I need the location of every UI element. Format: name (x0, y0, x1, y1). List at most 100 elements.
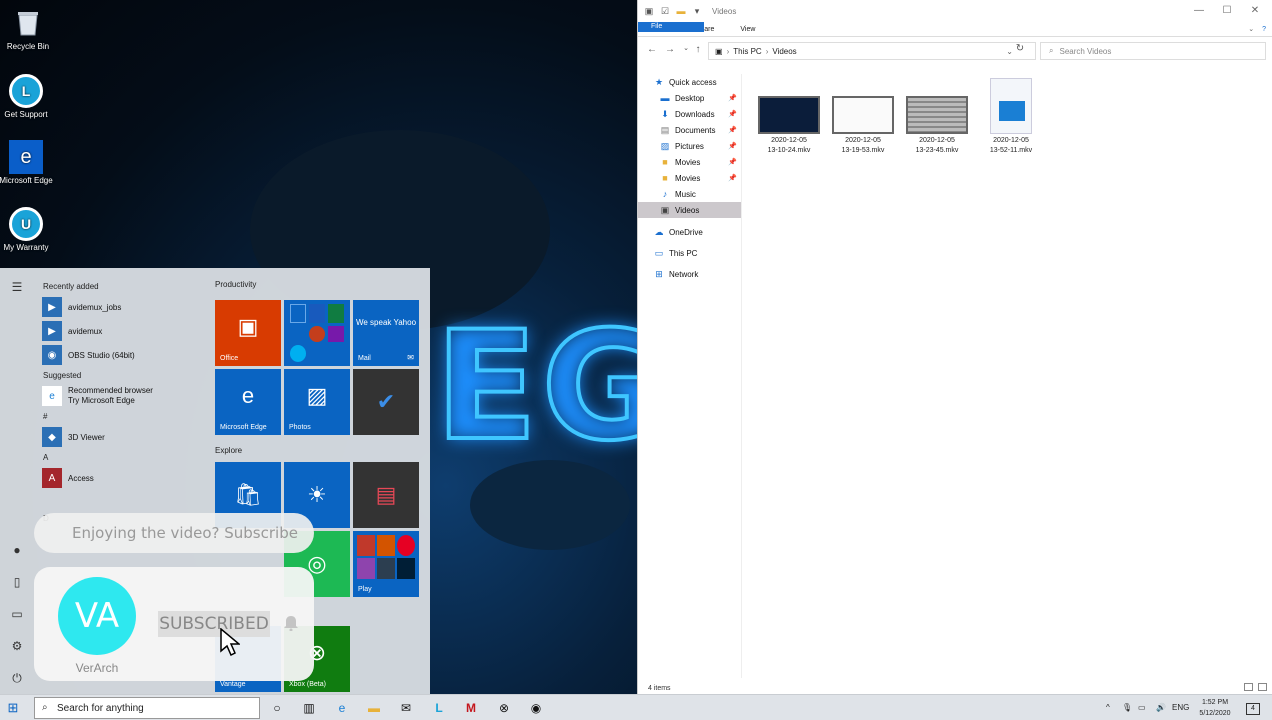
nav-quick-access[interactable]: ★ Quick access (638, 74, 741, 90)
user-icon[interactable]: ● (8, 541, 26, 559)
game-icon (377, 558, 395, 579)
volume-icon[interactable]: 🔊 (1156, 698, 1166, 718)
customize-qat-icon[interactable]: ▾ (692, 6, 702, 16)
mcafee-icon[interactable]: M (460, 698, 482, 718)
nav-pictures[interactable]: ▨ Pictures 📌 (638, 138, 741, 154)
new-folder-icon[interactable]: ▬ (676, 6, 686, 16)
taskbar-search[interactable]: ⌕ Search for anything (34, 697, 260, 719)
desktop-icon-recycle-bin[interactable]: Recycle Bin (0, 6, 56, 52)
pin-icon: 📌 (728, 127, 737, 134)
up-button[interactable]: ↑ (692, 44, 704, 58)
power-icon[interactable]: ⏻ (8, 669, 26, 687)
tile-mail[interactable]: We speak Yahoo Mail ✉ (353, 300, 419, 366)
details-view-icon[interactable] (1244, 683, 1253, 691)
channel-avatar[interactable]: VA (58, 577, 136, 655)
desktop-icon-label: Microsoft Edge (0, 176, 53, 185)
network-tray-icon[interactable]: ▭ (1138, 698, 1146, 718)
obs-icon[interactable]: ◉ (525, 698, 547, 718)
subscribed-button[interactable]: SUBSCRIBED (158, 611, 270, 637)
nav-movies[interactable]: ■ Movies 📌 (638, 170, 741, 186)
address-bar[interactable]: ▣ › This PC › Videos ⌄ (708, 42, 1036, 60)
windows-start-icon[interactable]: ⊞ (2, 699, 24, 717)
nav-network[interactable]: ⊞ Network (638, 266, 741, 282)
nav-videos[interactable]: ▣ Videos (638, 202, 741, 218)
desktop-icon-my-warranty[interactable]: U My Warranty (0, 207, 54, 253)
tile-photos[interactable]: ▨ Photos (284, 369, 350, 435)
nav-desktop[interactable]: ▬ Desktop 📌 (638, 90, 741, 106)
skype-icon (290, 345, 306, 362)
tile-news[interactable]: ▤ (353, 462, 419, 528)
action-center-icon[interactable]: 4 (1246, 698, 1260, 718)
access-icon: A (42, 468, 62, 488)
search-box[interactable]: ⌕ Search Videos (1040, 42, 1266, 60)
file-item[interactable]: 2020-12-05 13-23-45.mkv (904, 78, 970, 156)
tile-play[interactable]: Play (353, 531, 419, 597)
video-thumbnail (906, 96, 968, 134)
task-view-icon[interactable]: ▥ (298, 698, 320, 718)
nav-documents[interactable]: ▤ Documents 📌 (638, 122, 741, 138)
desktop-icon-get-support[interactable]: L Get Support (0, 74, 54, 120)
desktop-icon-edge[interactable]: e Microsoft Edge (0, 140, 54, 186)
wallpaper-logo: EG (433, 298, 637, 476)
nav-music[interactable]: ♪ Music (638, 186, 741, 202)
letter-heading[interactable]: # (43, 412, 206, 422)
app-item-obs[interactable]: ◉ OBS Studio (64bit) (36, 343, 206, 367)
star-icon: ★ (654, 77, 664, 87)
tile-edge[interactable]: e Microsoft Edge (215, 369, 281, 435)
letter-heading[interactable]: A (43, 453, 206, 463)
mail-icon[interactable]: ✉ (395, 698, 417, 718)
forward-button[interactable]: → (664, 44, 676, 58)
cortana-icon[interactable]: ○ (266, 698, 288, 718)
avidemux-icon: ▶ (42, 321, 62, 341)
tile-todo[interactable]: ✔ (353, 369, 419, 435)
tile-office-apps-group[interactable] (284, 300, 350, 366)
back-button[interactable]: ← (646, 44, 658, 58)
window-title: Videos (712, 6, 737, 16)
help-icon[interactable]: ? (1262, 26, 1266, 33)
edge-icon[interactable]: e (331, 698, 353, 718)
file-item[interactable]: 2020-12-05 13-19-53.mkv (830, 78, 896, 156)
nav-downloads[interactable]: ⬇ Downloads 📌 (638, 106, 741, 122)
breadcrumb-videos[interactable]: Videos (772, 47, 796, 56)
lenovo-icon[interactable]: L (428, 698, 450, 718)
settings-icon[interactable]: ⚙ (8, 637, 26, 655)
nav-this-pc[interactable]: ▭ This PC (638, 245, 741, 261)
app-label: avidemux_jobs (68, 302, 122, 312)
app-item-3d-viewer[interactable]: ◆ 3D Viewer (36, 425, 206, 449)
xbox-icon[interactable]: ⊗ (493, 698, 515, 718)
video-file-icon (990, 78, 1032, 134)
show-hidden-icons[interactable]: ^ (1106, 698, 1110, 718)
app-item-avidemux-jobs[interactable]: ▶ avidemux_jobs (36, 295, 206, 319)
app-item-suggested-edge[interactable]: e Recommended browser Try Microsoft Edge (36, 384, 206, 408)
tab-view[interactable]: View (727, 22, 768, 36)
clock[interactable]: 1:52 PM 5/12/2020 (1190, 697, 1240, 719)
nav-label: Network (669, 269, 699, 279)
bell-icon[interactable] (284, 615, 300, 633)
microphone-icon[interactable]: 🎙 (1122, 698, 1132, 718)
app-item-access[interactable]: A Access (36, 466, 206, 490)
hamburger-icon[interactable]: ☰ (8, 278, 26, 296)
search-placeholder: Search for anything (57, 702, 144, 714)
mail-icon: ✉ (407, 353, 414, 362)
tab-file[interactable]: File (638, 22, 704, 32)
documents-icon[interactable]: ▯ (8, 573, 26, 591)
file-item[interactable]: 2020-12-05 13-52-11.mkv (978, 78, 1044, 156)
pictures-icon[interactable]: ▭ (8, 605, 26, 623)
minimize-button[interactable]: — (1192, 4, 1206, 18)
nav-onedrive[interactable]: ☁ OneDrive (638, 224, 741, 240)
nav-movies[interactable]: ■ Movies 📌 (638, 154, 741, 170)
expand-ribbon-icon[interactable]: ⌄ (1248, 25, 1254, 33)
properties-icon[interactable]: ☑ (660, 6, 670, 16)
file-item[interactable]: 2020-12-05 13-10-24.mkv (756, 78, 822, 156)
app-item-avidemux[interactable]: ▶ avidemux (36, 319, 206, 343)
edge-icon: e (9, 140, 43, 174)
refresh-button[interactable]: ↻ (1012, 43, 1028, 57)
file-explorer-icon[interactable]: ▬ (363, 698, 385, 718)
large-icons-view-icon[interactable] (1258, 683, 1267, 691)
language-indicator[interactable]: ENG (1172, 698, 1189, 718)
breadcrumb-this-pc[interactable]: This PC (733, 47, 761, 56)
maximize-button[interactable]: ☐ (1220, 4, 1234, 18)
close-button[interactable]: ✕ (1248, 4, 1262, 18)
recent-locations-icon[interactable]: ⌄ (680, 44, 692, 58)
tile-office[interactable]: ▣ Office (215, 300, 281, 366)
